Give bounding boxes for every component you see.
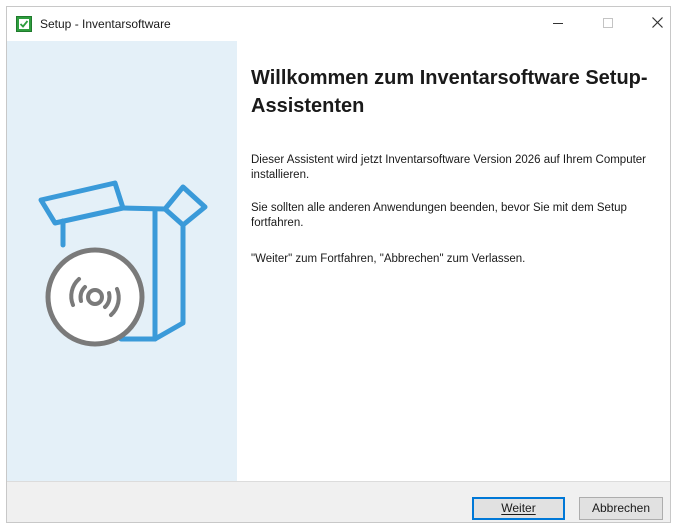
intro-paragraph: Dieser Assistent wird jetzt Inventarsoft…: [251, 154, 647, 181]
instructions-paragraph: "Weiter" zum Fortfahren, "Abbrechen" zum…: [251, 253, 526, 265]
wizard-content: Willkommen zum Inventarsoftware Setup-As…: [237, 41, 670, 481]
setup-window: Setup - Inventarsoftware Willkommen zum …: [6, 6, 671, 523]
software-box-disc-icon: [33, 173, 213, 353]
next-button-label: Weiter: [501, 501, 536, 515]
close-icon: [651, 15, 663, 33]
title-bar[interactable]: Setup - Inventarsoftware: [7, 7, 670, 41]
welcome-heading: Willkommen zum Inventarsoftware Setup-As…: [251, 67, 648, 117]
minimize-icon: [553, 15, 563, 33]
next-button[interactable]: Weiter: [472, 497, 565, 520]
cancel-button-label: Abbrechen: [591, 501, 651, 515]
window-title: Setup - Inventarsoftware: [40, 17, 171, 31]
maximize-icon: [603, 15, 613, 33]
maximize-button[interactable]: [585, 7, 631, 41]
cancel-button[interactable]: Abbrechen: [579, 497, 663, 520]
wizard-sidebar: [7, 41, 237, 481]
close-button[interactable]: [634, 7, 670, 41]
wizard-footer: Weiter Abbrechen: [7, 481, 670, 522]
minimize-button[interactable]: [535, 7, 581, 41]
close-apps-paragraph: Sie sollten alle anderen Anwendungen bee…: [251, 202, 627, 229]
setup-app-icon: [16, 16, 32, 32]
